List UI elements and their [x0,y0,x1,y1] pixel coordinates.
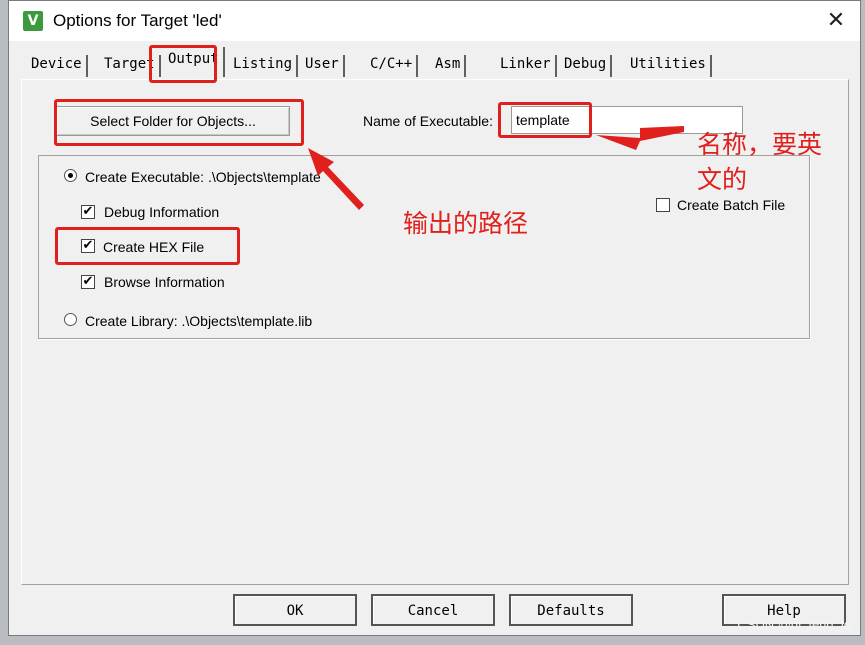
name-annotation-line1: 名称，要英 [697,130,823,159]
tab-c-cpp[interactable]: C/C++ [364,55,419,77]
tab-target[interactable]: Target [98,55,161,77]
tab-strip: Device Target Output Listing User C/C++ … [21,47,861,79]
create-library-radio[interactable] [64,313,77,326]
tab-asm[interactable]: Asm [429,55,467,77]
select-folder-button[interactable]: Select Folder for Objects... [56,106,290,136]
create-batch-checkbox[interactable] [656,198,670,212]
tab-user[interactable]: User [299,55,345,77]
csdn-watermark: CSDN @qi_feng_le [737,617,851,632]
debug-information-label: Debug Information [104,204,220,220]
tab-output[interactable]: Output [162,47,225,77]
debug-information-checkbox[interactable]: ✔ [81,205,95,219]
defaults-button[interactable]: Defaults [509,594,633,626]
path-annotation: 输出的路径 [403,209,529,238]
create-executable-radio[interactable] [64,169,77,182]
cancel-button[interactable]: Cancel [371,594,495,626]
create-batch-label: Create Batch File [677,197,786,213]
create-hex-checkbox[interactable]: ✔ [81,239,95,253]
keil-app-icon: V [23,11,43,31]
window-title: Options for Target 'led' [53,11,222,30]
browse-information-checkbox[interactable]: ✔ [81,275,95,289]
name-of-executable-label: Name of Executable: [363,113,493,129]
tab-linker[interactable]: Linker [494,55,557,77]
browse-information-label: Browse Information [104,274,225,290]
create-hex-label: Create HEX File [103,239,205,255]
create-executable-label: Create Executable: .\Objects\template [85,169,321,185]
name-annotation-line2: 文的 [697,165,748,194]
tab-utilities[interactable]: Utilities [624,55,712,77]
tab-device[interactable]: Device [25,55,88,77]
tab-listing[interactable]: Listing [227,55,299,77]
create-library-label: Create Library: .\Objects\template.lib [85,313,313,329]
ok-button[interactable]: OK [233,594,357,626]
close-icon[interactable]: ✕ [822,7,850,35]
title-bar: V Options for Target 'led' ✕ [9,1,860,41]
tab-debug[interactable]: Debug [558,55,613,77]
